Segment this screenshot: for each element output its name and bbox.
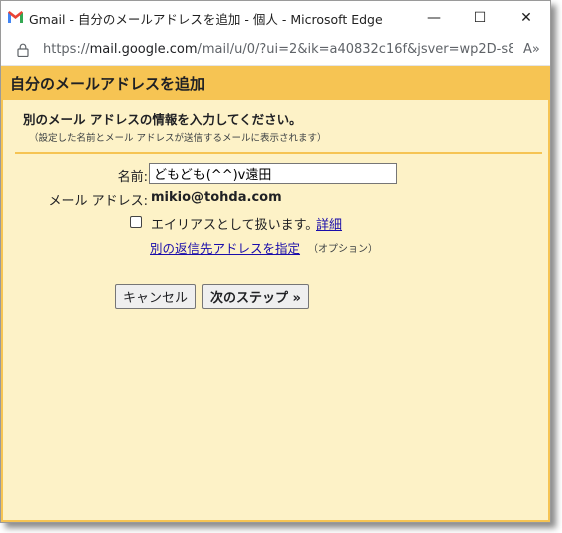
- alias-checkbox[interactable]: [130, 216, 142, 228]
- reply-to-link[interactable]: 別の返信先アドレスを指定: [150, 238, 300, 257]
- read-aloud-icon[interactable]: A»: [523, 42, 540, 57]
- title-bar: Gmail - 自分のメールアドレスを追加 - 個人 - Microsoft E…: [1, 1, 550, 35]
- window-title: Gmail - 自分のメールアドレスを追加 - 個人 - Microsoft E…: [29, 12, 383, 27]
- url-host: mail.google.com: [89, 42, 198, 57]
- dialog-content: 自分のメールアドレスを追加 別のメール アドレスの情報を入力してください。 （設…: [1, 66, 550, 522]
- name-label: 名前:: [117, 170, 148, 185]
- minimize-button[interactable]: —: [411, 1, 457, 35]
- browser-window: Gmail - 自分のメールアドレスを追加 - 個人 - Microsoft E…: [0, 0, 551, 523]
- url-field[interactable]: https://mail.google.com/mail/u/0/?ui=2&i…: [43, 42, 513, 57]
- intro-subtitle: （設定した名前とメール アドレスが送信するメールに表示されます）: [29, 133, 327, 144]
- optional-note: （オプション）: [308, 244, 378, 255]
- cancel-button[interactable]: キャンセル: [115, 284, 196, 309]
- url-path: /mail/u/0/?ui=2&ik=a40832c16f&jsver=wp2D…: [197, 42, 513, 57]
- name-input[interactable]: [149, 163, 397, 184]
- dialog-title: 自分のメールアドレスを追加: [10, 75, 206, 93]
- details-link[interactable]: 詳細: [316, 214, 342, 233]
- gmail-icon: [8, 11, 23, 23]
- maximize-button[interactable]: ☐: [457, 1, 503, 35]
- email-value: mikio@tohda.com: [151, 190, 282, 205]
- email-label: メール アドレス:: [48, 194, 148, 209]
- intro-section: 別のメール アドレスの情報を入力してください。 （設定した名前とメール アドレス…: [15, 104, 542, 154]
- next-step-button[interactable]: 次のステップ »: [202, 284, 309, 309]
- url-scheme: https://: [43, 42, 90, 57]
- intro-title: 別のメール アドレスの情報を入力してください。: [23, 112, 302, 127]
- dialog-header: 自分のメールアドレスを追加: [1, 66, 550, 100]
- alias-label[interactable]: エイリアスとして扱います。: [151, 214, 318, 233]
- address-bar: https://mail.google.com/mail/u/0/?ui=2&i…: [1, 35, 550, 66]
- lock-icon[interactable]: [17, 43, 29, 57]
- close-button[interactable]: ✕: [503, 1, 549, 35]
